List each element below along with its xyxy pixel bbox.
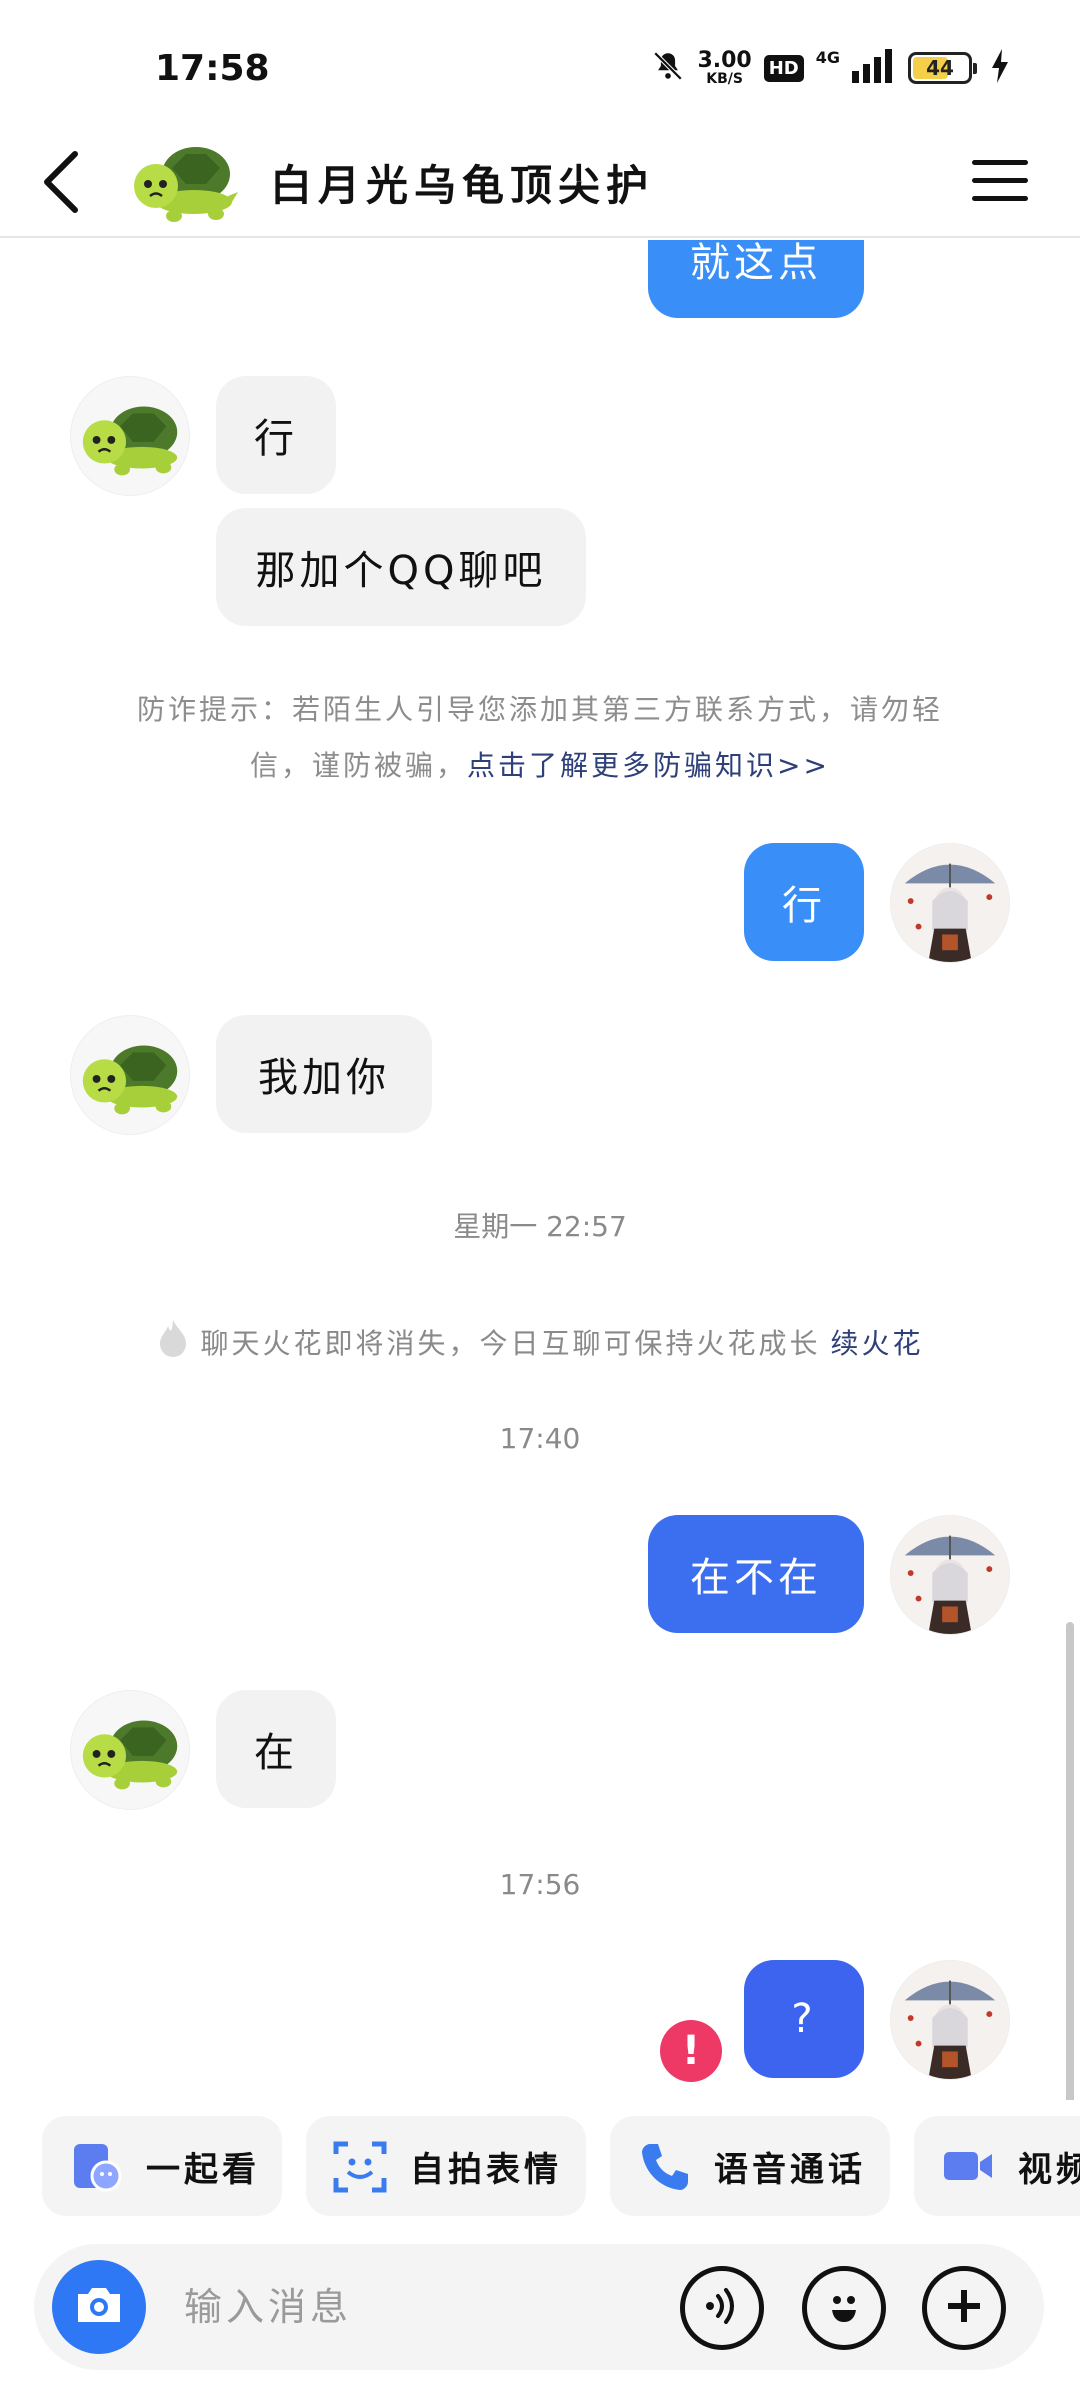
watch-together-button[interactable]: 一起看 xyxy=(42,2116,282,2216)
battery-level: 44 xyxy=(926,56,954,80)
quick-action-label: 一起看 xyxy=(146,2149,260,2190)
emoji-button[interactable] xyxy=(802,2266,886,2350)
message-text: 就这点 xyxy=(690,240,822,286)
message-input[interactable] xyxy=(184,2274,684,2340)
selfie-sticker-button[interactable]: 自拍表情 xyxy=(306,2116,586,2216)
flame-icon xyxy=(156,1318,190,1365)
message-text: 在 xyxy=(254,1730,298,1776)
quick-action-label: 语音通话 xyxy=(714,2149,866,2190)
fraud-warning-notice: 防诈提示：若陌生人引导您添加其第三方联系方式，请勿轻 信，谨防被骗，点击了解更多… xyxy=(90,682,990,794)
message-text: ? xyxy=(791,1996,817,2042)
message-bubble-in[interactable]: 那加个QQ聊吧 xyxy=(216,508,586,626)
status-time: 17:58 xyxy=(155,48,270,89)
message-text: 我加你 xyxy=(258,1055,390,1101)
menu-button[interactable] xyxy=(960,148,1040,218)
contact-avatar[interactable] xyxy=(70,1015,190,1135)
net-speed-unit: KB/S xyxy=(706,71,743,87)
network-type: 4G xyxy=(815,48,840,67)
message-list[interactable]: 就这点 行 那加个QQ聊吧 防诈提示：若陌生人引导您添加其第三方联系方式，请勿轻… xyxy=(0,240,1080,2100)
turtle-avatar-icon xyxy=(134,147,238,222)
emoji-icon xyxy=(822,2284,866,2332)
charging-icon xyxy=(990,49,1010,87)
my-avatar[interactable] xyxy=(890,843,1010,963)
plus-icon xyxy=(942,2284,986,2332)
continue-spark-link[interactable]: 续火花 xyxy=(831,1322,924,1362)
back-button[interactable] xyxy=(26,140,96,228)
video-camera-icon xyxy=(940,2138,996,2194)
timestamp: 星期一 22:57 xyxy=(453,1210,627,1243)
anti-fraud-link[interactable]: 点击了解更多防骗知识>> xyxy=(467,749,830,782)
send-failed-icon[interactable]: ! xyxy=(660,2020,722,2082)
phone-icon xyxy=(636,2138,692,2194)
mute-bell-icon xyxy=(651,49,685,87)
spark-notice-text: 聊天火花即将消失，今日互聊可保持火花成长 xyxy=(200,1326,821,1360)
timestamp: 17:40 xyxy=(499,1422,581,1455)
status-bar: 17:58 3.00 KB/S HD 4G 44 xyxy=(0,0,1080,130)
battery-indicator: 44 xyxy=(908,52,977,84)
video-call-button[interactable]: 视频 xyxy=(914,2116,1080,2216)
turtle-avatar-icon xyxy=(82,1720,178,1790)
status-icons: 3.00 KB/S HD 4G 44 xyxy=(651,46,1010,90)
user-avatar-icon xyxy=(891,1961,1009,2079)
message-bubble-out[interactable]: 就这点 xyxy=(648,240,864,318)
voice-call-button[interactable]: 语音通话 xyxy=(610,2116,890,2216)
timestamp: 17:56 xyxy=(499,1868,581,1901)
hd-badge: HD xyxy=(763,54,804,82)
message-text: 那加个QQ聊吧 xyxy=(255,548,547,594)
message-bubble-out[interactable]: ? xyxy=(744,1960,864,2078)
watch-together-icon xyxy=(68,2138,124,2194)
chat-spark-notice: 聊天火花即将消失，今日互聊可保持火花成长 续火花 xyxy=(0,1318,1080,1365)
fraud-warning-line1: 防诈提示：若陌生人引导您添加其第三方联系方式，请勿轻 xyxy=(136,693,943,726)
turtle-avatar-icon xyxy=(82,406,178,476)
signal-icon xyxy=(852,49,896,87)
quick-action-bar[interactable]: 一起看 自拍表情 语音通话 视频 xyxy=(0,2110,1080,2220)
scrollbar[interactable] xyxy=(1066,1622,1074,2100)
my-avatar[interactable] xyxy=(890,1960,1010,2080)
hamburger-menu-icon xyxy=(972,158,1028,208)
message-bubble-out[interactable]: 在不在 xyxy=(648,1515,864,1633)
user-avatar-icon xyxy=(891,844,1009,962)
net-speed-value: 3.00 xyxy=(697,48,752,73)
message-bubble-out[interactable]: 行 xyxy=(744,843,864,961)
user-avatar-icon xyxy=(891,1516,1009,1634)
chat-header: 白月光乌龟顶尖护 xyxy=(0,130,1080,238)
camera-icon xyxy=(74,2284,124,2330)
selfie-sticker-icon xyxy=(332,2138,388,2194)
message-bubble-in[interactable]: 我加你 xyxy=(216,1015,432,1133)
voice-icon xyxy=(700,2284,744,2332)
contact-avatar[interactable] xyxy=(70,1690,190,1810)
voice-button[interactable] xyxy=(680,2266,764,2350)
message-text: 行 xyxy=(254,416,298,462)
message-text: 行 xyxy=(782,883,826,929)
chevron-left-icon xyxy=(39,150,83,218)
quick-action-label: 视频 xyxy=(1018,2149,1080,2190)
message-bubble-in[interactable]: 行 xyxy=(216,376,336,494)
message-text: 在不在 xyxy=(690,1555,822,1601)
fraud-warning-line2: 信，谨防被骗， xyxy=(250,749,468,782)
chat-title[interactable]: 白月光乌龟顶尖护 xyxy=(270,152,654,213)
net-speed: 3.00 KB/S xyxy=(697,48,752,87)
more-options-button[interactable] xyxy=(922,2266,1006,2350)
quick-action-label: 自拍表情 xyxy=(410,2149,562,2190)
message-bubble-in[interactable]: 在 xyxy=(216,1690,336,1808)
contact-avatar[interactable] xyxy=(128,130,243,230)
contact-avatar[interactable] xyxy=(70,376,190,496)
turtle-avatar-icon xyxy=(82,1045,178,1115)
my-avatar[interactable] xyxy=(890,1515,1010,1635)
camera-button[interactable] xyxy=(52,2260,146,2354)
message-input-bar xyxy=(34,2244,1044,2370)
